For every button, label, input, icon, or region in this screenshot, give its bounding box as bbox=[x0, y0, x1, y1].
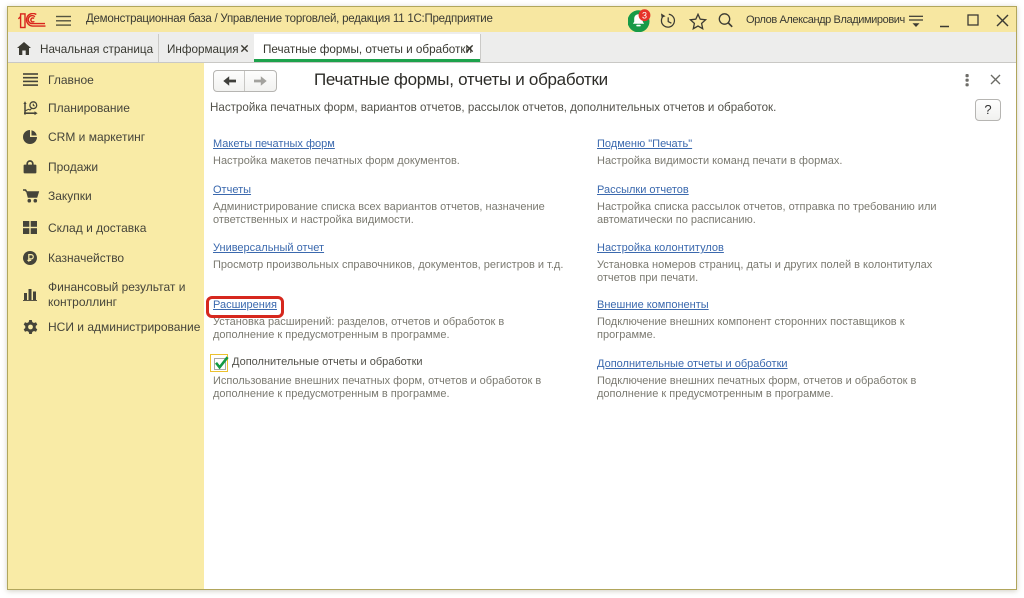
svg-text:3: 3 bbox=[642, 10, 647, 20]
